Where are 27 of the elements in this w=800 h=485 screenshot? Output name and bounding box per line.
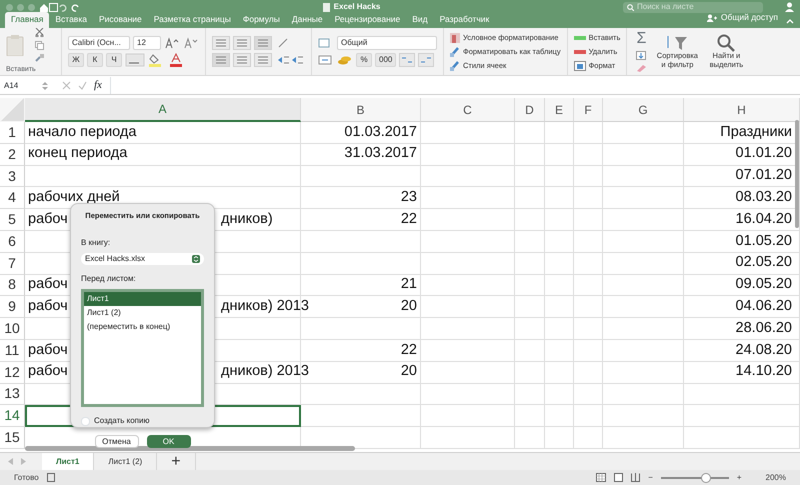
table-cell: 02.05.20 [684,252,800,275]
window-title: Excel Hacks [334,1,380,13]
cell-text: рабоч [28,298,68,314]
field-label: Перед листом: [81,273,137,286]
zoom-level: 200% [766,472,786,484]
cell-text: рабоч [28,363,68,380]
table-cell: 01.05.20 [684,230,800,253]
cell-text: рабоч [28,210,68,227]
cell-text: дников) [221,210,273,229]
table-cell: начало периода [25,122,301,144]
cell-text: дников) 2013 [221,296,309,316]
field-label: В книгу: [81,237,112,250]
table-cell: 22 [301,209,421,231]
table-cell: 23 [301,187,421,210]
table-cell: 09.05.20 [684,274,800,296]
table-cell: 04.06.20 [684,296,800,318]
table-cell: 31.03.2017 [301,144,421,166]
table-cell: 28.06.20 [684,318,800,340]
table-cell: 14.10.20 [684,362,800,384]
table-cell: 21 [301,274,421,296]
table-cell: конец периода [25,144,301,166]
table-cell: 22 [301,340,421,362]
table-cell: 24.08.20 [684,340,800,362]
status-text: Готово [14,472,39,484]
table-cell: 01.03.2017 [301,122,421,144]
checkbox-label: Создать копию [94,415,150,428]
cell-text: дников) 2013 [221,362,309,382]
